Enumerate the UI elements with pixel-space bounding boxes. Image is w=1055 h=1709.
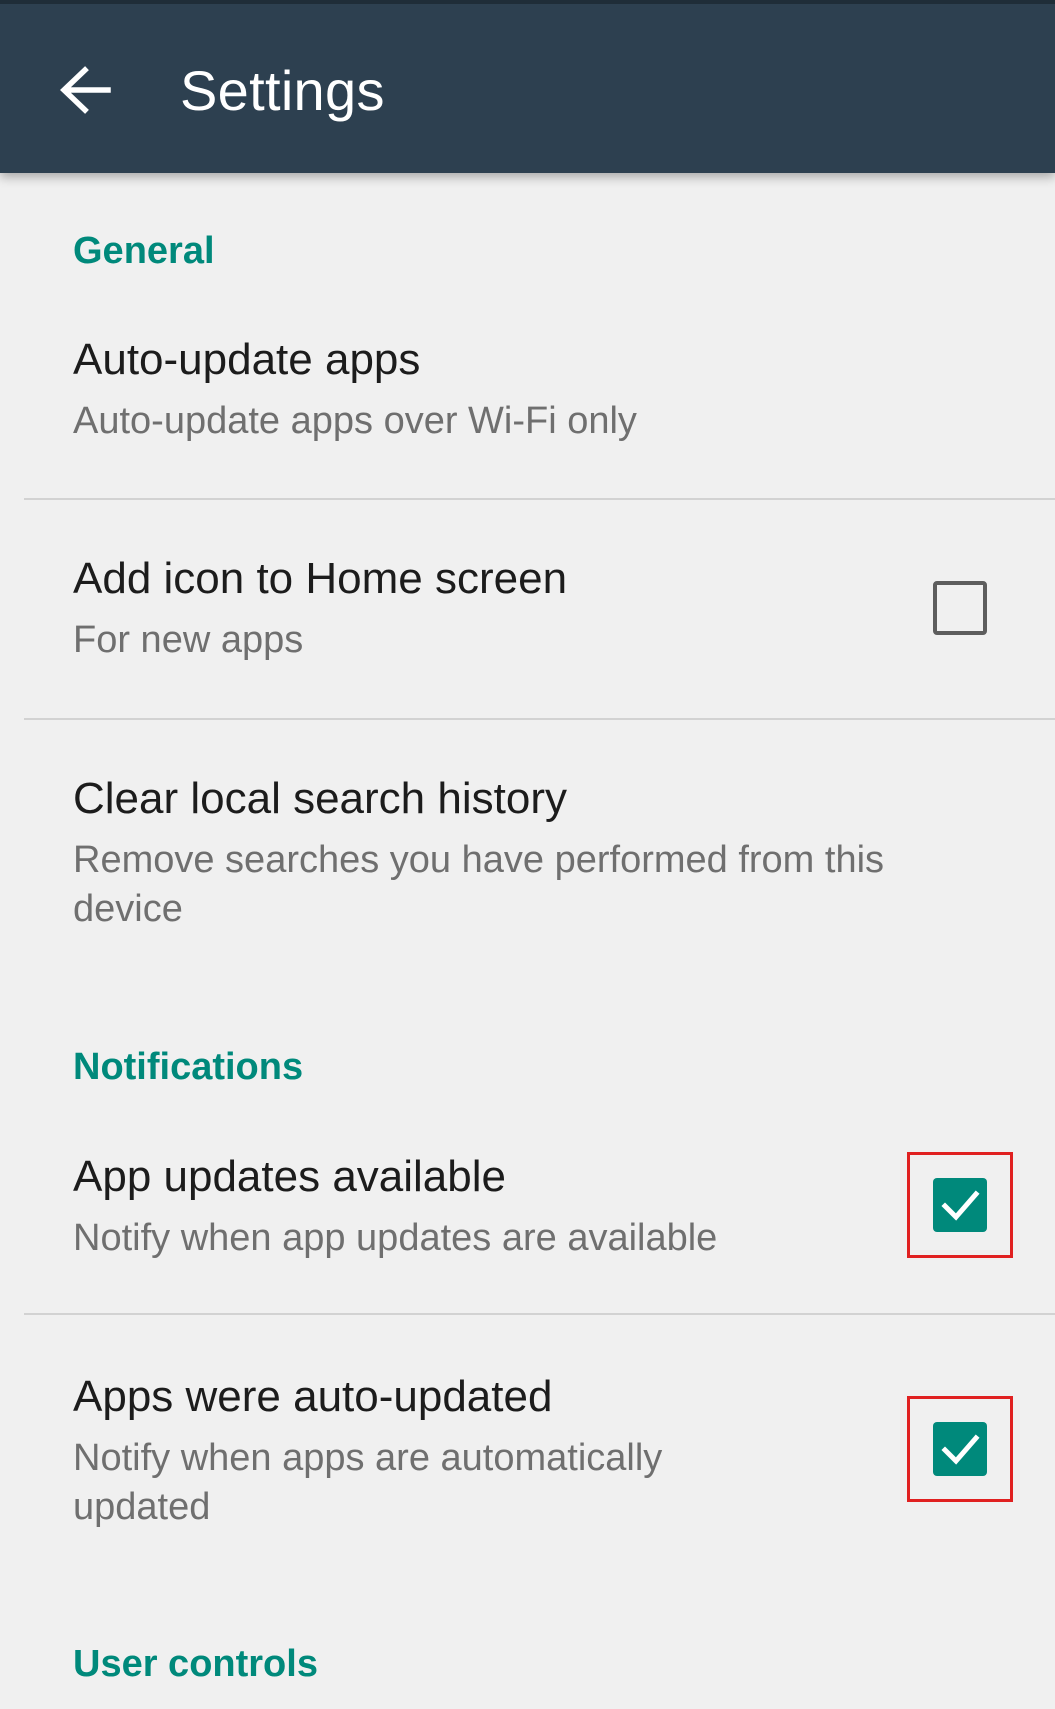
setting-clear-search-history[interactable]: Clear local search history Remove search… xyxy=(0,720,1055,960)
setting-title: Add icon to Home screen xyxy=(73,554,568,603)
setting-subtitle: For new apps xyxy=(73,619,304,661)
section-header-user-controls: User controls xyxy=(73,1643,318,1685)
arrow-back-icon xyxy=(60,66,111,114)
setting-title: Apps were auto-updated xyxy=(73,1372,553,1421)
settings-screen: Settings General Auto-update apps Auto-u… xyxy=(0,0,1055,1709)
setting-subtitle: Remove searches you have performed from … xyxy=(73,839,885,930)
setting-subtitle: Notify when apps are automatically updat… xyxy=(73,1437,663,1528)
setting-title: Clear local search history xyxy=(73,774,567,823)
check-icon xyxy=(941,1434,980,1465)
add-icon-checkbox[interactable] xyxy=(933,581,987,635)
app-bar: Settings xyxy=(0,0,1055,173)
setting-add-icon-home-screen[interactable]: Add icon to Home screen For new apps xyxy=(0,500,1055,718)
setting-apps-auto-updated[interactable]: Apps were auto-updated Notify when apps … xyxy=(0,1315,1055,1565)
status-strip xyxy=(0,0,1055,4)
auto-updated-checkbox[interactable] xyxy=(933,1422,987,1476)
setting-title: Auto-update apps xyxy=(73,335,421,384)
setting-subtitle: Notify when app updates are available xyxy=(73,1217,718,1259)
page-title: Settings xyxy=(180,59,385,122)
setting-title: App updates available xyxy=(73,1152,506,1201)
setting-subtitle: Auto-update apps over Wi-Fi only xyxy=(73,400,637,442)
check-icon xyxy=(941,1190,980,1221)
app-updates-checkbox[interactable] xyxy=(933,1178,987,1232)
setting-app-updates-available[interactable]: App updates available Notify when app up… xyxy=(0,1125,1055,1313)
setting-auto-update-apps[interactable]: Auto-update apps Auto-update apps over W… xyxy=(0,305,1055,498)
section-header-general: General xyxy=(73,230,215,272)
back-button[interactable] xyxy=(50,52,120,128)
section-header-notifications: Notifications xyxy=(73,1046,304,1088)
